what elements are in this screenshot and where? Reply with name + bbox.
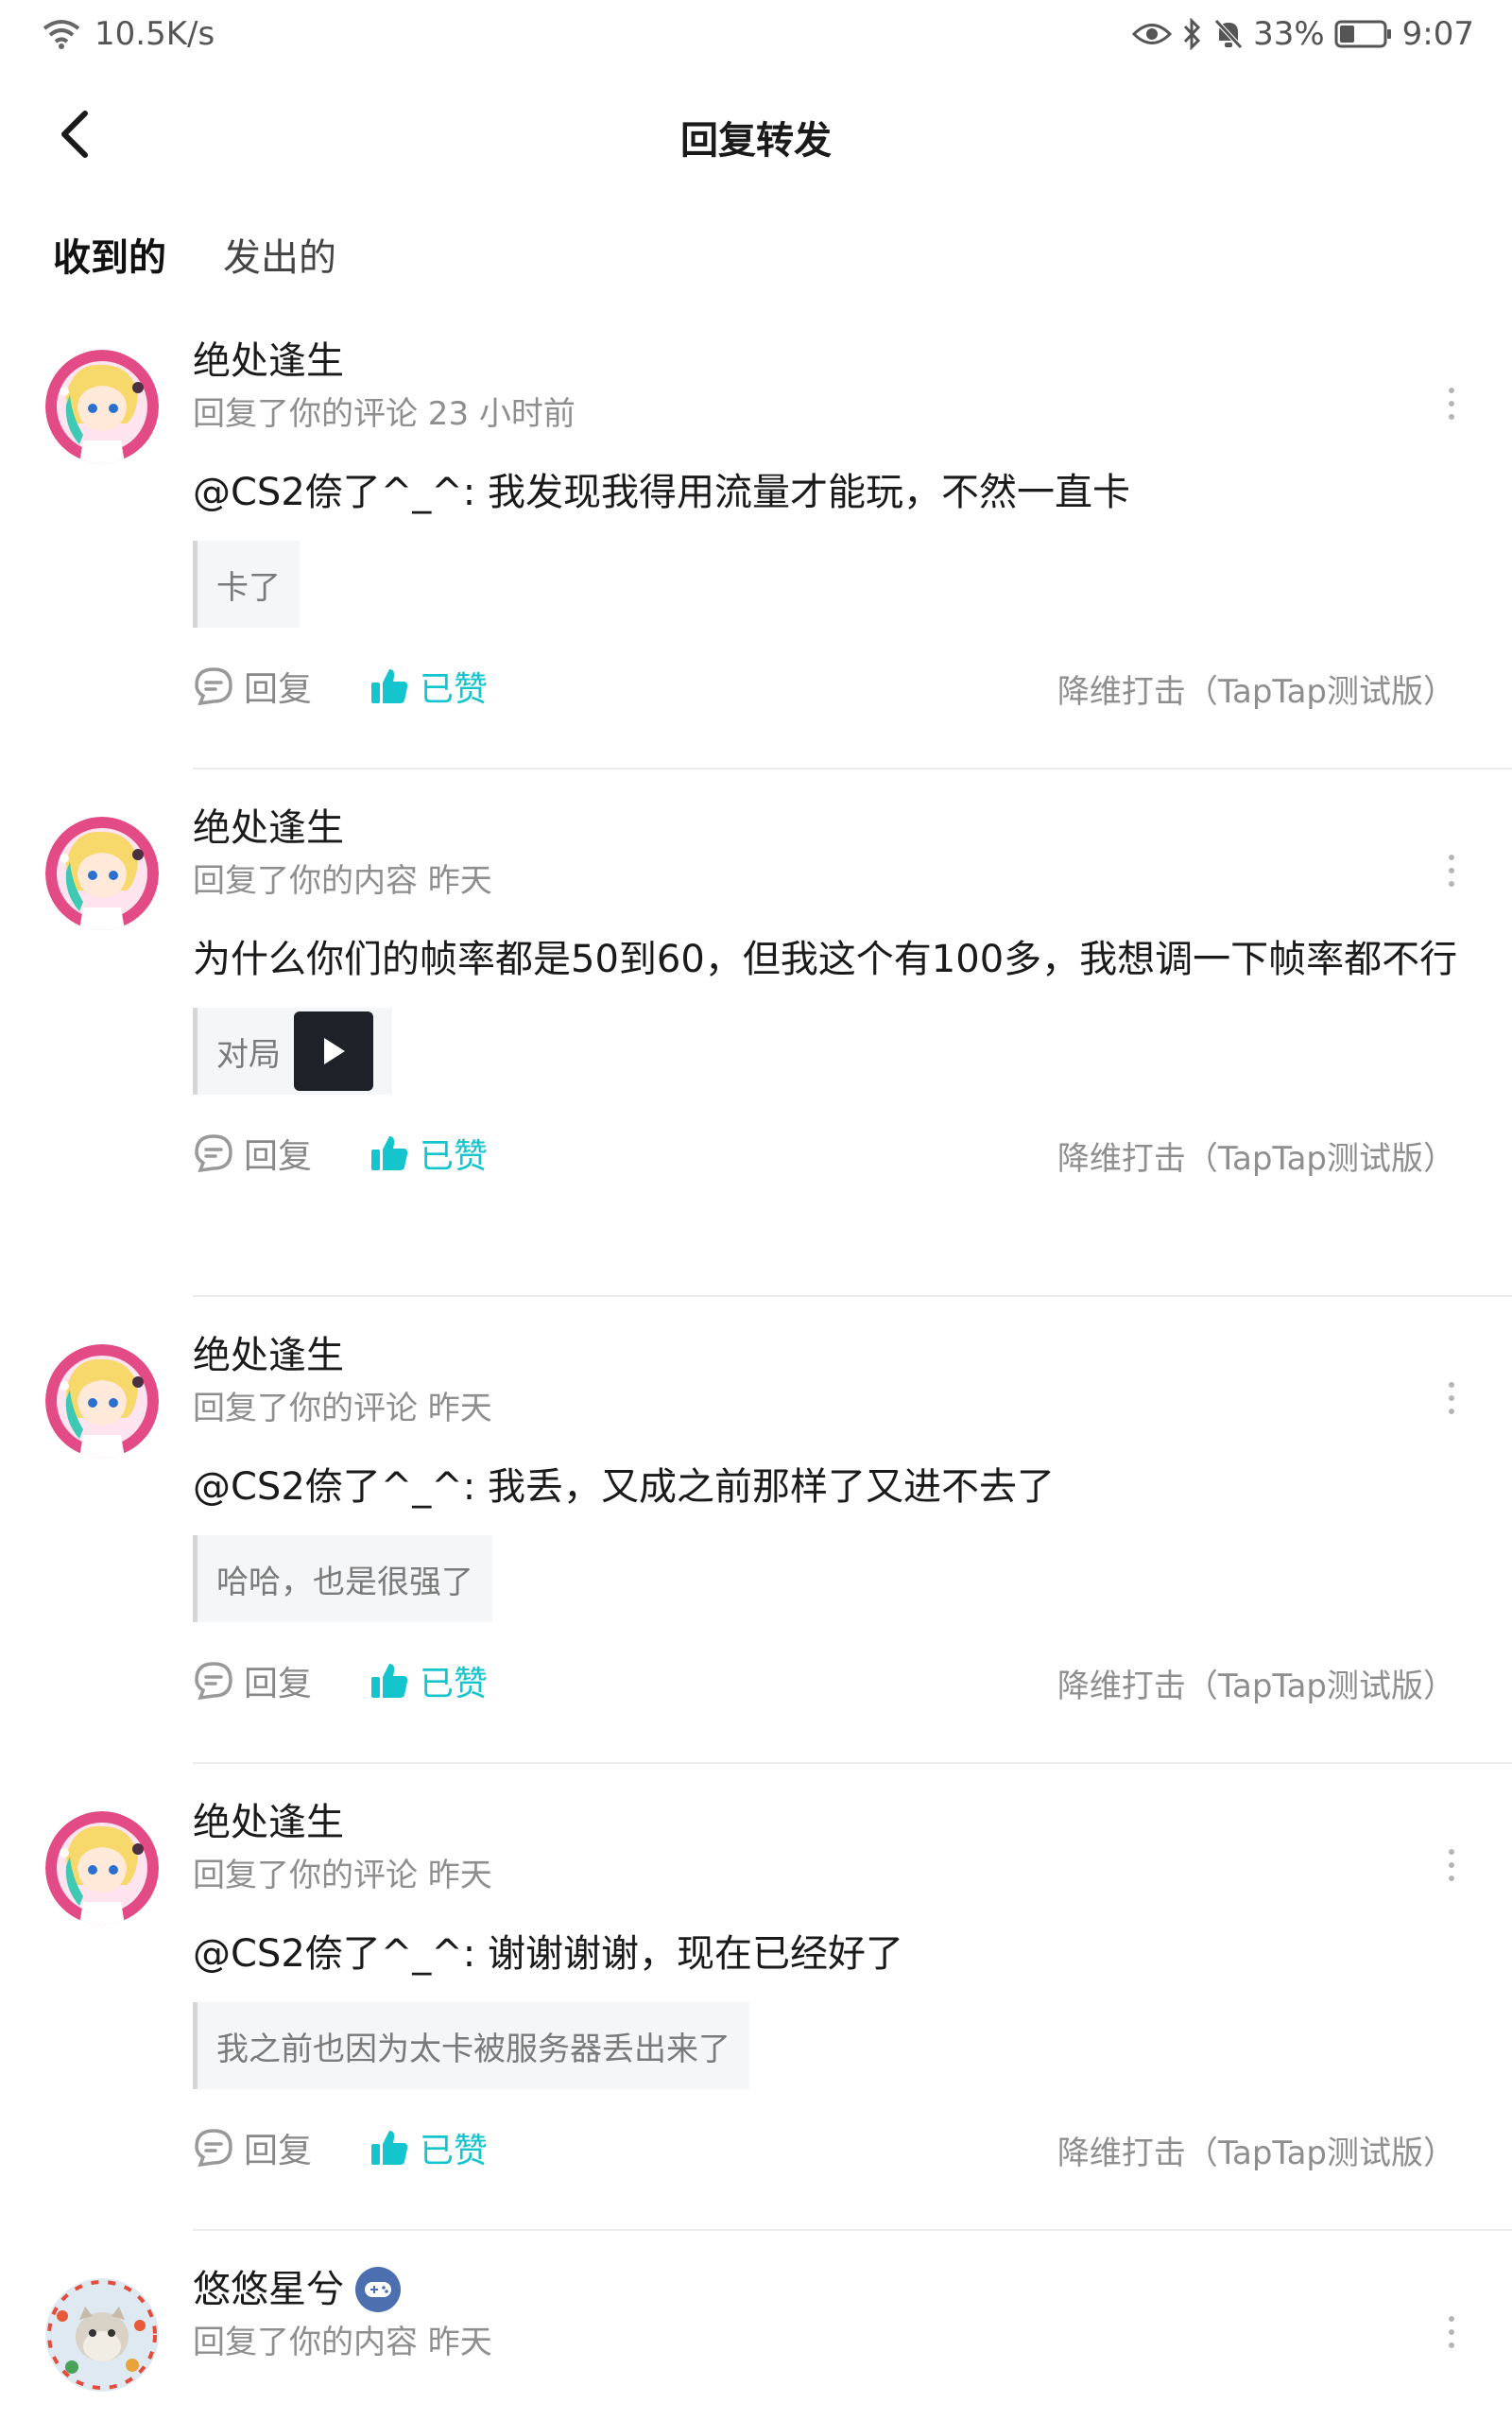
reply-button[interactable]: 回复 bbox=[193, 2123, 312, 2172]
quoted-original[interactable]: 卡了 bbox=[193, 541, 300, 628]
source-game-link[interactable]: 降维打击（TapTap测试版） bbox=[1057, 666, 1455, 712]
like-button[interactable]: 已赞 bbox=[369, 1129, 488, 1178]
reply-content: 悠悠星兮回复了你的内容 昨天 bbox=[193, 2265, 1512, 2363]
reply-content: 绝处逢生回复了你的评论 23 小时前 @CS2倷了^_^: 我发现我得用流量才能玩… bbox=[193, 337, 1512, 718]
reply-content: 绝处逢生回复了你的评论 昨天 @CS2倷了^_^: 我丢，又成之前那样了又进不去了… bbox=[193, 1331, 1512, 1713]
reply-meta: 回复了你的评论 23 小时前 bbox=[193, 395, 576, 433]
reply-meta: 回复了你的内容 昨天 bbox=[193, 862, 492, 900]
username[interactable]: 绝处逢生 bbox=[193, 1798, 344, 1847]
thumbs-up-icon bbox=[371, 1136, 408, 1170]
like-button[interactable]: 已赞 bbox=[369, 1656, 488, 1705]
thumbs-up-icon bbox=[371, 2131, 408, 2165]
username[interactable]: 绝处逢生 bbox=[193, 1331, 344, 1380]
username-row: 绝处逢生 bbox=[193, 804, 1512, 853]
avatar[interactable] bbox=[45, 817, 159, 930]
tab-bar: 收到的 发出的 bbox=[53, 227, 336, 291]
comment-icon bbox=[195, 2129, 232, 2168]
avatar[interactable] bbox=[45, 350, 159, 463]
source-game-link[interactable]: 降维打击（TapTap测试版） bbox=[1057, 1660, 1455, 1706]
divider bbox=[193, 1295, 1512, 1297]
username[interactable]: 悠悠星兮 bbox=[193, 2265, 344, 2314]
source-game-link[interactable]: 降维打击（TapTap测试版） bbox=[1057, 2127, 1455, 2173]
divider bbox=[193, 768, 1512, 769]
quoted-text: 卡了 bbox=[216, 568, 281, 607]
app-header: 回复转发 bbox=[0, 91, 1512, 182]
bluetooth-icon bbox=[1183, 18, 1201, 50]
like-label: 已赞 bbox=[420, 1665, 489, 1703]
eye-icon bbox=[1132, 24, 1173, 44]
avatar[interactable] bbox=[45, 1811, 159, 1925]
tab-received[interactable]: 收到的 bbox=[53, 227, 166, 291]
video-thumbnail[interactable] bbox=[294, 1011, 373, 1091]
comment-icon bbox=[195, 1662, 232, 1701]
reply-label: 回复 bbox=[244, 2132, 313, 2170]
username-row: 绝处逢生 bbox=[193, 1798, 1512, 1847]
play-icon bbox=[324, 1038, 345, 1064]
quoted-text: 对局 bbox=[216, 1035, 281, 1074]
status-bar: 10.5K/s 33% 9:07 bbox=[0, 0, 1512, 72]
reply-text: 为什么你们的帧率都是50到60，但我这个有100多，我想调一下帧率都不行 bbox=[193, 938, 1458, 981]
reply-meta: 回复了你的内容 昨天 bbox=[193, 2324, 492, 2361]
reply-button[interactable]: 回复 bbox=[193, 1656, 312, 1705]
username-row: 绝处逢生 bbox=[193, 1331, 1512, 1380]
reply-meta: 回复了你的评论 昨天 bbox=[193, 1857, 492, 1894]
page-title: 回复转发 bbox=[680, 119, 832, 163]
clock: 9:07 bbox=[1401, 15, 1474, 53]
username[interactable]: 绝处逢生 bbox=[193, 804, 344, 853]
reply-label: 回复 bbox=[244, 1137, 313, 1176]
battery-icon bbox=[1334, 20, 1391, 48]
reply-text: @CS2倷了^_^: 谢谢谢谢，现在已经好了 bbox=[193, 1932, 903, 1976]
quoted-original[interactable]: 对局 bbox=[193, 1008, 392, 1095]
reply-text: @CS2倷了^_^: 我发现我得用流量才能玩，不然一直卡 bbox=[193, 471, 1130, 514]
reply-text: @CS2倷了^_^: 我丢，又成之前那样了又进不去了 bbox=[193, 1465, 1055, 1509]
quoted-original[interactable]: 我之前也因为太卡被服务器丢出来了 bbox=[193, 2002, 749, 2089]
network-speed: 10.5K/s bbox=[94, 15, 215, 53]
reply-content: 绝处逢生回复了你的评论 昨天 @CS2倷了^_^: 谢谢谢谢，现在已经好了我之前也… bbox=[193, 1798, 1512, 2180]
action-row: 回复 已赞 降维打击（TapTap测试版） bbox=[193, 2123, 1512, 2180]
reply-meta: 回复了你的评论 昨天 bbox=[193, 1390, 492, 1427]
username-row: 绝处逢生 bbox=[193, 337, 1512, 386]
reply-content: 绝处逢生回复了你的内容 昨天为什么你们的帧率都是50到60，但我这个有100多，… bbox=[193, 804, 1512, 1185]
like-button[interactable]: 已赞 bbox=[369, 662, 488, 711]
comment-icon bbox=[195, 1134, 232, 1173]
reply-button[interactable]: 回复 bbox=[193, 662, 312, 711]
comment-icon bbox=[195, 667, 232, 706]
like-button[interactable]: 已赞 bbox=[369, 2123, 488, 2172]
username[interactable]: 绝处逢生 bbox=[193, 337, 344, 386]
reply-button[interactable]: 回复 bbox=[193, 1129, 312, 1178]
action-row: 回复 已赞 降维打击（TapTap测试版） bbox=[193, 662, 1512, 718]
tab-sent[interactable]: 发出的 bbox=[223, 227, 336, 291]
avatar[interactable] bbox=[45, 2278, 159, 2392]
reply-label: 回复 bbox=[244, 670, 313, 709]
quoted-original[interactable]: 哈哈，也是很强了 bbox=[193, 1535, 492, 1622]
action-row: 回复 已赞 降维打击（TapTap测试版） bbox=[193, 1656, 1512, 1713]
avatar[interactable] bbox=[45, 1344, 159, 1458]
source-game-link[interactable]: 降维打击（TapTap测试版） bbox=[1057, 1132, 1455, 1179]
action-row: 回复 已赞 降维打击（TapTap测试版） bbox=[193, 1129, 1512, 1185]
reply-label: 回复 bbox=[244, 1665, 313, 1703]
like-label: 已赞 bbox=[420, 1137, 489, 1176]
thumbs-up-icon bbox=[371, 1664, 408, 1698]
thumbs-up-icon bbox=[371, 669, 408, 703]
like-label: 已赞 bbox=[420, 670, 489, 709]
gamepad-badge-icon bbox=[355, 2267, 401, 2312]
battery-percent: 33% bbox=[1253, 15, 1325, 53]
divider bbox=[193, 2229, 1512, 2231]
quoted-text: 哈哈，也是很强了 bbox=[216, 1563, 473, 1601]
wifi-icon bbox=[43, 20, 80, 49]
like-label: 已赞 bbox=[420, 2132, 489, 2170]
quoted-text: 我之前也因为太卡被服务器丢出来了 bbox=[216, 2030, 730, 2068]
divider bbox=[193, 1762, 1512, 1764]
username-row: 悠悠星兮 bbox=[193, 2265, 1512, 2314]
mute-bell-icon bbox=[1214, 19, 1243, 49]
